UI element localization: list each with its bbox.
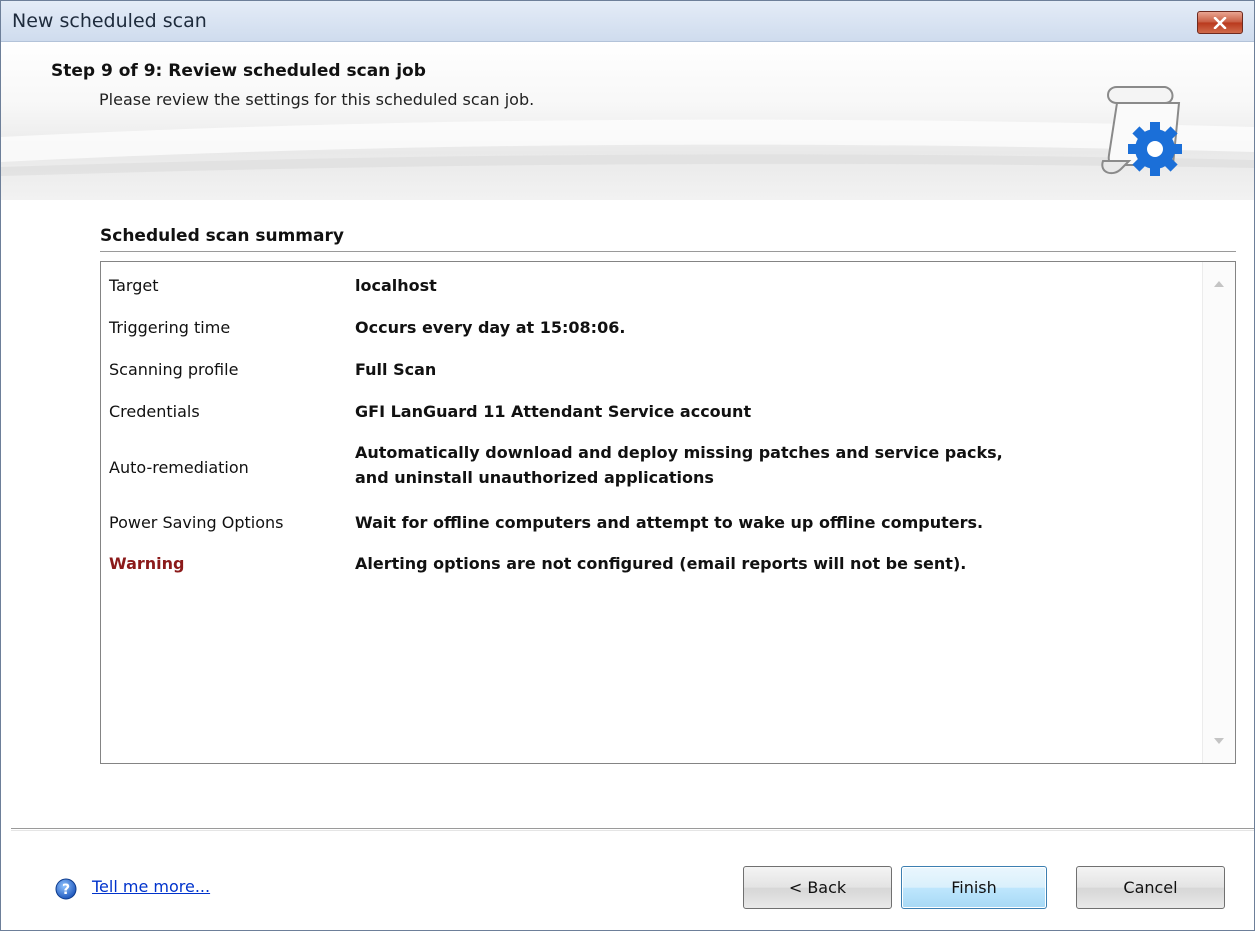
row-value: Full Scan bbox=[355, 360, 437, 379]
scroll-up-button[interactable] bbox=[1203, 270, 1235, 298]
close-icon bbox=[1213, 16, 1227, 29]
back-button[interactable]: < Back bbox=[743, 866, 892, 909]
warning-label: Warning bbox=[109, 554, 185, 573]
scroll-up-icon bbox=[1214, 281, 1224, 287]
tell-me-more-link[interactable]: Tell me more... bbox=[92, 877, 210, 896]
scroll-down-button[interactable] bbox=[1203, 727, 1235, 755]
close-button[interactable] bbox=[1197, 11, 1243, 34]
summary-divider bbox=[100, 251, 1236, 252]
row-label: Triggering time bbox=[109, 318, 231, 337]
row-value: Wait for offline computers and attempt t… bbox=[355, 513, 984, 532]
title-bar: New scheduled scan bbox=[1, 1, 1254, 42]
window-title: New scheduled scan bbox=[12, 10, 207, 32]
help-icon[interactable]: ? bbox=[55, 878, 77, 900]
summary-title: Scheduled scan summary bbox=[100, 226, 344, 246]
row-value-line2: and uninstall unauthorized applications bbox=[355, 468, 714, 487]
row-label: Scanning profile bbox=[109, 360, 239, 379]
footer-divider-highlight bbox=[11, 830, 1254, 831]
svg-text:?: ? bbox=[62, 882, 70, 898]
scroll-gear-icon bbox=[1101, 86, 1182, 176]
summary-list[interactable]: Target localhost Triggering time Occurs … bbox=[100, 261, 1236, 764]
row-value: Alerting options are not configured (ema… bbox=[355, 554, 967, 573]
cancel-button[interactable]: Cancel bbox=[1076, 866, 1225, 909]
dialog-window: New scheduled scan Step 9 of 9: Review s… bbox=[0, 0, 1255, 931]
row-value: Occurs every day at 15:08:06. bbox=[355, 318, 626, 337]
vertical-scrollbar[interactable] bbox=[1202, 262, 1235, 763]
row-value: localhost bbox=[355, 276, 437, 295]
row-label: Credentials bbox=[109, 402, 200, 421]
scroll-down-icon bbox=[1214, 738, 1224, 744]
row-label: Auto-remediation bbox=[109, 458, 249, 477]
row-label: Power Saving Options bbox=[109, 513, 284, 532]
row-value: GFI LanGuard 11 Attendant Service accoun… bbox=[355, 402, 752, 421]
step-title: Step 9 of 9: Review scheduled scan job bbox=[51, 61, 426, 81]
row-label: Target bbox=[109, 276, 159, 295]
footer-divider bbox=[11, 828, 1254, 829]
step-description: Please review the settings for this sche… bbox=[99, 90, 535, 109]
row-value: Automatically download and deploy missin… bbox=[355, 443, 1003, 462]
finish-button[interactable]: Finish bbox=[901, 866, 1047, 909]
